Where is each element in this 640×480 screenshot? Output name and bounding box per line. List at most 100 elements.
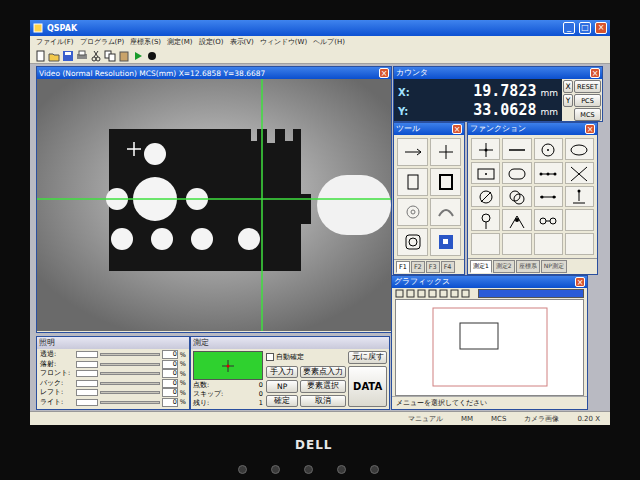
monitor-button[interactable] [271,465,280,474]
function-cell[interactable] [565,138,594,160]
function-cell[interactable] [534,186,563,208]
monitor-button[interactable] [304,465,313,474]
new-icon[interactable] [34,50,46,62]
function-cell[interactable] [502,233,531,255]
function-cell[interactable] [565,186,594,208]
tool-cell[interactable] [430,198,461,226]
tab[interactable]: 測定2 [493,260,515,273]
monitor-button[interactable] [370,465,379,474]
tool-cell[interactable] [430,168,461,196]
axis-button[interactable]: X [563,80,573,93]
tool-cell[interactable] [397,138,428,166]
run-icon[interactable] [132,50,144,62]
tab[interactable]: 測定1 [470,260,492,273]
cut-icon[interactable] [90,50,102,62]
layer-dropdown[interactable] [478,289,584,298]
tab[interactable]: F2 [411,261,425,273]
save-icon[interactable] [62,50,74,62]
undo-button[interactable]: 元に戻す [348,351,387,364]
copy-icon[interactable] [104,50,116,62]
light-value[interactable]: 0 [162,388,178,397]
auto-confirm[interactable]: 自動確定 [266,351,346,364]
confirm-button[interactable]: 確定 [266,395,298,408]
light-select[interactable] [76,380,98,387]
light-select[interactable] [76,370,98,377]
menu-item[interactable]: 測定(M) [167,37,193,47]
open-icon[interactable] [48,50,60,62]
light-value[interactable]: 0 [162,379,178,388]
function-cell[interactable] [502,186,531,208]
menu-item[interactable]: プログラム(P) [80,37,125,47]
axis-button[interactable]: Y [563,94,573,107]
tab[interactable]: F3 [426,261,440,273]
auto-confirm-checkbox[interactable] [266,353,274,361]
graphics-tool-icon[interactable] [395,289,404,298]
window-control[interactable]: □ [579,22,591,34]
menu-item[interactable]: ウィンドウ(W) [260,37,307,47]
tool-cell[interactable] [430,138,461,166]
tab[interactable]: 座標系 [516,260,540,273]
mode-button[interactable]: RESET [574,80,601,93]
tool-cell[interactable] [397,198,428,226]
light-slider[interactable] [100,382,160,385]
np-button[interactable]: NP [266,380,298,393]
tool-cell[interactable] [397,168,428,196]
cancel-button[interactable]: 取消 [300,395,346,408]
mode-button[interactable]: MCS [574,108,601,121]
function-cell[interactable] [502,138,531,160]
function-cell[interactable] [534,209,563,231]
window-control[interactable]: × [595,22,607,34]
graphics-tool-icon[interactable] [439,289,448,298]
light-slider[interactable] [100,353,160,356]
light-slider[interactable] [100,372,160,375]
function-cell[interactable] [534,138,563,160]
function-cell[interactable] [565,233,594,255]
function-cell[interactable] [471,138,500,160]
window-control[interactable]: _ [563,22,575,34]
manual-input-button[interactable]: 手入力 [266,366,298,379]
function-cell[interactable] [565,209,594,231]
light-select[interactable] [76,351,98,358]
tool-cell[interactable] [430,228,461,256]
monitor-button[interactable] [238,465,247,474]
light-select[interactable] [76,399,98,406]
light-value[interactable]: 0 [162,350,178,359]
function-cell[interactable] [471,233,500,255]
close-button[interactable]: × [590,68,600,78]
function-cell[interactable] [534,233,563,255]
function-cell[interactable] [502,162,531,184]
close-button[interactable]: × [452,124,462,134]
light-slider[interactable] [100,363,160,366]
close-button[interactable]: × [575,277,585,287]
mode-button[interactable]: PCS [574,94,601,107]
function-cell[interactable] [471,209,500,231]
select-element-button[interactable]: 要素選択 [300,380,346,393]
tool-cell[interactable] [397,228,428,256]
graphics-tool-icon[interactable] [461,289,470,298]
menu-item[interactable]: ヘルプ(H) [313,37,345,47]
menu-item[interactable]: 座標系(S) [130,37,161,47]
function-cell[interactable] [502,209,531,231]
menu-item[interactable]: ファイル(F) [36,37,74,47]
close-button[interactable]: × [585,124,595,134]
light-slider[interactable] [100,391,160,394]
record-icon[interactable] [146,50,158,62]
function-cell[interactable] [534,162,563,184]
graphics-tool-icon[interactable] [450,289,459,298]
light-value[interactable]: 0 [162,398,178,407]
light-slider[interactable] [100,401,160,404]
tab[interactable]: NP測定 [541,260,567,273]
graphics-tool-icon[interactable] [428,289,437,298]
function-cell[interactable] [565,162,594,184]
tab[interactable]: F1 [396,261,410,273]
close-button[interactable]: × [379,68,389,78]
graphics-tool-icon[interactable] [417,289,426,298]
light-select[interactable] [76,361,98,368]
menu-item[interactable]: 設定(O) [199,37,224,47]
monitor-button[interactable] [337,465,346,474]
light-value[interactable]: 0 [162,369,178,378]
print-icon[interactable] [76,50,88,62]
graphics-tool-icon[interactable] [406,289,415,298]
menu-item[interactable]: 表示(V) [230,37,254,47]
tab[interactable]: F4 [441,261,455,273]
